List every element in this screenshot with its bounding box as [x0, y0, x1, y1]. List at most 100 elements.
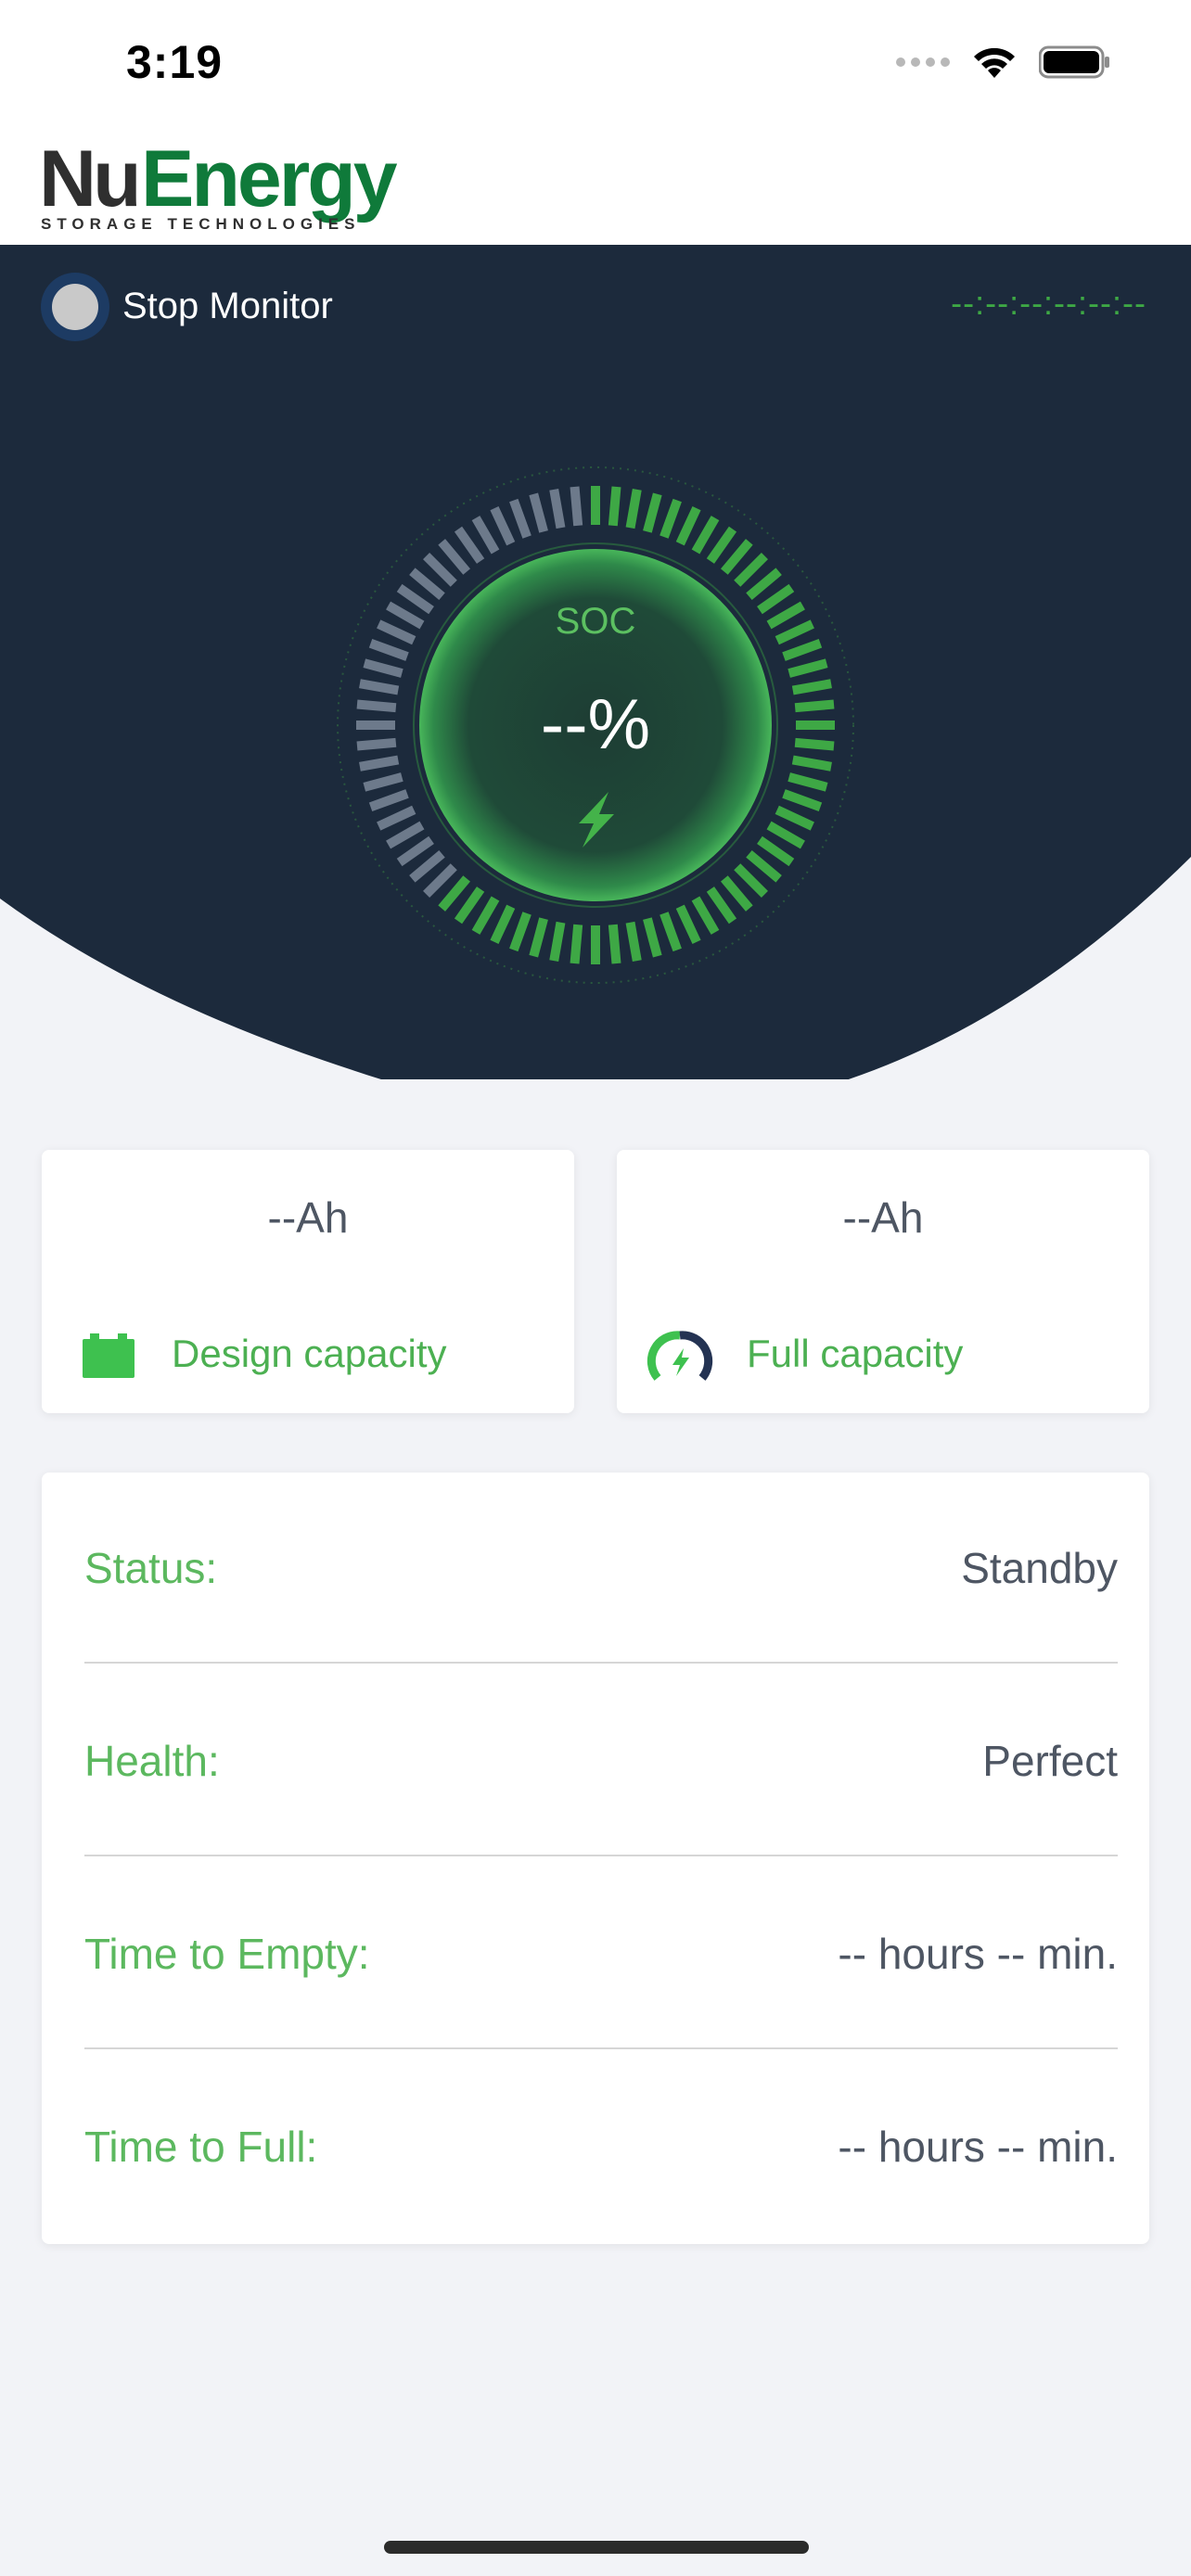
status-icons [896, 45, 1111, 80]
gauge-tick [660, 912, 682, 952]
gauge-tick [368, 789, 409, 811]
row-divider [84, 1855, 1118, 1856]
gauge-tick [386, 601, 425, 630]
gauge-tick [368, 639, 409, 661]
monitor-toggle-label: Stop Monitor [122, 286, 333, 326]
gauge-tick [766, 601, 805, 630]
gauge-tick [377, 805, 416, 831]
gauge-tick [570, 924, 583, 964]
battery-details-card: Status: Standby Health: Perfect Time to … [42, 1473, 1149, 2244]
gauge-tick [363, 772, 403, 792]
health-label: Health: [84, 1737, 220, 1785]
gauge-tick [363, 658, 403, 678]
gauge-tick [549, 489, 566, 529]
gauge-tick [691, 516, 720, 555]
detail-row-time-to-empty: Time to Empty: -- hours -- min. [84, 1858, 1118, 2049]
gauge-tick [608, 924, 621, 964]
nuenergy-logo: Nu Energy STORAGE TECHNOLOGIES [39, 139, 401, 232]
time-to-full-value: -- hours -- min. [838, 2123, 1118, 2171]
gauge-tick [356, 699, 397, 713]
monitor-toggle[interactable] [41, 273, 109, 341]
toggle-knob [52, 284, 98, 330]
gauge-tick [791, 679, 832, 695]
gauge-tick [490, 506, 516, 546]
gauge-tick [775, 805, 814, 831]
gauge-tick [782, 639, 823, 661]
lightning-icon [579, 792, 614, 848]
gauge-tick [509, 912, 531, 952]
gauge-tick [734, 553, 768, 587]
gauge-tick [423, 863, 457, 898]
signal-icon [896, 57, 950, 67]
home-indicator[interactable] [384, 2541, 809, 2554]
status-bar: 3:19 [0, 0, 1191, 130]
gauge-tick [625, 489, 642, 529]
gauge-tick [529, 492, 548, 533]
gauge-tick [675, 904, 701, 944]
wifi-icon [974, 47, 1015, 78]
gauge-tick [794, 737, 835, 751]
full-capacity-value: --Ah [842, 1193, 924, 1242]
gauge-tick [660, 498, 682, 539]
gauge-tick [356, 737, 397, 751]
gauge-tick [782, 789, 823, 811]
full-capacity-card: --Ah Full capacity [617, 1150, 1149, 1413]
design-capacity-card: --Ah Design capacity [42, 1150, 574, 1413]
full-capacity-label: Full capacity [747, 1332, 964, 1375]
gauge-tick [721, 875, 753, 912]
gauge-tick [490, 904, 516, 944]
gauge-tick [757, 835, 795, 867]
row-divider [84, 2047, 1118, 2049]
time-to-full-label: Time to Full: [84, 2123, 318, 2171]
detail-row-health: Health: Perfect [84, 1665, 1118, 1856]
time-to-empty-label: Time to Empty: [84, 1930, 370, 1978]
speedometer-icon [647, 1331, 713, 1381]
gauge-tick [721, 539, 753, 575]
gauge-tick [788, 772, 828, 792]
gauge-tick [396, 835, 434, 867]
gauge-tick [359, 679, 400, 695]
gauge-tick [766, 821, 805, 849]
gauge-tick [791, 755, 832, 772]
gauge-tick [377, 619, 416, 645]
status-value: Standby [961, 1544, 1118, 1592]
gauge-tick [509, 498, 531, 539]
gauge-tick [409, 850, 445, 883]
gauge-tick [788, 658, 828, 678]
gauge-tick [359, 755, 400, 772]
gauge-tick [608, 486, 621, 527]
last-update-timestamp: --:--:--:--:--:-- [951, 284, 1146, 322]
gauge-tick [746, 567, 782, 600]
gauge-tick [643, 492, 662, 533]
detail-row-time-to-full: Time to Full: -- hours -- min. [84, 2051, 1118, 2242]
gauge-tick [734, 863, 768, 898]
row-divider [84, 1662, 1118, 1664]
svg-text:Energy: Energy [141, 139, 398, 223]
battery-icon [83, 1333, 134, 1378]
gauge-tick [454, 526, 485, 564]
gauge-tick [529, 917, 548, 958]
soc-label: SOC [555, 601, 636, 642]
gauge-tick [454, 886, 485, 925]
battery-status-icon [1039, 45, 1109, 79]
gauge-tick [423, 553, 457, 587]
gauge-tick [409, 567, 445, 600]
gauge-tick [746, 850, 782, 883]
design-capacity-value: --Ah [267, 1193, 349, 1242]
gauge-tick [691, 896, 720, 935]
svg-text:STORAGE TECHNOLOGIES: STORAGE TECHNOLOGIES [41, 215, 361, 232]
soc-value: --% [540, 685, 651, 764]
app-header: Nu Energy STORAGE TECHNOLOGIES [0, 130, 1191, 245]
gauge-tick [471, 896, 500, 935]
status-time: 3:19 [126, 36, 224, 88]
status-label: Status: [84, 1544, 218, 1592]
design-capacity-label: Design capacity [172, 1332, 447, 1375]
gauge-tick [794, 699, 835, 713]
svg-text:Nu: Nu [39, 139, 138, 223]
gauge-tick [396, 583, 434, 615]
gauge-tick [706, 526, 737, 564]
health-value: Perfect [982, 1737, 1118, 1785]
gauge-tick [570, 486, 583, 527]
gauge-tick [706, 886, 737, 925]
gauge-tick [386, 821, 425, 849]
